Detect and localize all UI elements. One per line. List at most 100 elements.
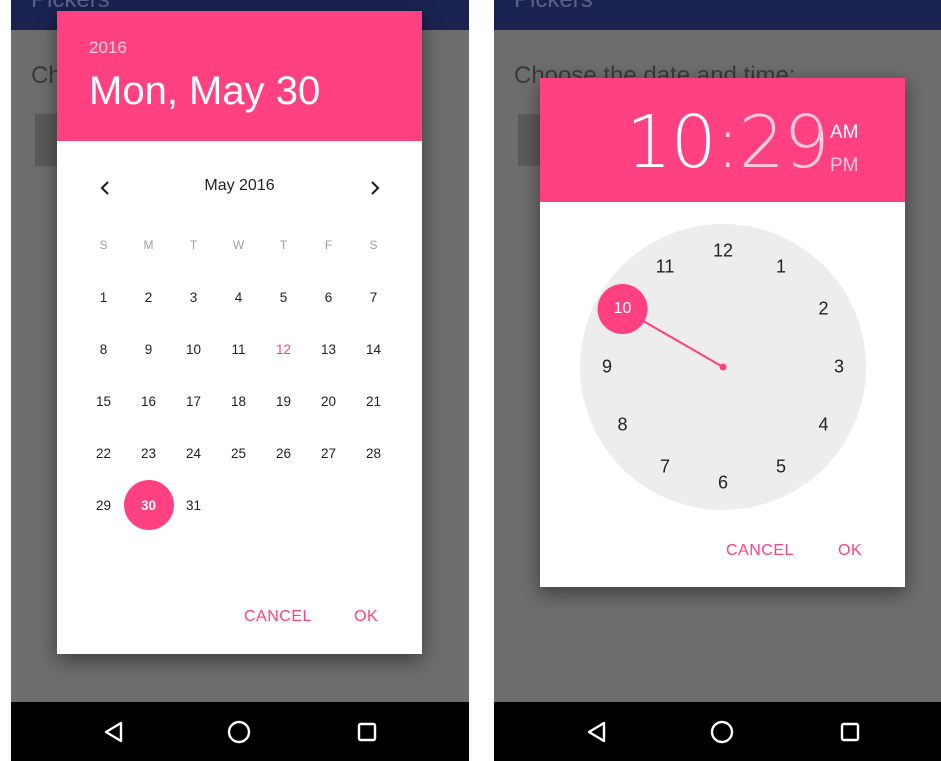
calendar-day[interactable]: 10: [171, 323, 216, 375]
calendar-day-label: 27: [320, 445, 337, 461]
calendar-day-label: 16: [140, 393, 157, 409]
clock-face[interactable]: 12 1 2 3 4 5 6 7 8 9 10 11: [580, 224, 866, 510]
calendar-day[interactable]: 14: [351, 323, 396, 375]
minute-display[interactable]: 29: [739, 100, 830, 184]
calendar-day[interactable]: 9: [126, 323, 171, 375]
next-month-button[interactable]: [363, 176, 387, 200]
clock-hour[interactable]: 5: [776, 457, 786, 478]
recents-square-icon[interactable]: [836, 718, 864, 746]
calendar-day[interactable]: 22: [81, 427, 126, 479]
recents-square-icon[interactable]: [353, 718, 381, 746]
back-triangle-icon[interactable]: [99, 718, 127, 746]
weekday-header: S: [369, 238, 378, 252]
calendar-day-label: 3: [189, 289, 198, 305]
date-picker-dialog: 2016 Mon, May 30 May 2016 SMTWTFS1234567…: [57, 11, 422, 654]
back-triangle-icon[interactable]: [582, 718, 610, 746]
clock-hand: [597, 284, 727, 371]
time-picker-dialog: 10:29 AM PM 12 1 2 3 4 5 6 7 8 9 10 11 CANCEL OK: [540, 78, 905, 587]
calendar-day[interactable]: 28: [351, 427, 396, 479]
time-display: 10:29: [626, 100, 830, 184]
system-nav-bar: [494, 702, 941, 761]
calendar-day[interactable]: 8: [81, 323, 126, 375]
calendar-day[interactable]: 3: [171, 271, 216, 323]
calendar-day-label: 28: [365, 445, 382, 461]
clock-hour[interactable]: 12: [713, 241, 733, 262]
calendar-day-label: 9: [144, 341, 153, 357]
weekday-header: W: [232, 238, 245, 252]
calendar-day[interactable]: 31: [171, 479, 216, 531]
calendar-day-today[interactable]: 12: [261, 323, 306, 375]
calendar-day[interactable]: 24: [171, 427, 216, 479]
calendar-day-label: 5: [279, 289, 288, 305]
calendar-day-label: 4: [234, 289, 243, 305]
calendar-day-label: 11: [231, 341, 246, 357]
clock-hour[interactable]: 7: [660, 457, 670, 478]
cancel-button[interactable]: CANCEL: [726, 542, 794, 560]
calendar-day-label: 29: [95, 497, 112, 513]
calendar-day-label: 15: [95, 393, 112, 409]
calendar-day-label: 12: [275, 341, 292, 357]
calendar-day[interactable]: 6: [306, 271, 351, 323]
phone-screen-time: Pickers Choose the date and time: 10:29 …: [494, 0, 941, 761]
calendar-day-label: 24: [185, 445, 202, 461]
app-bar: Pickers: [494, 0, 941, 30]
calendar-day-label: 31: [185, 497, 202, 513]
clock-hour[interactable]: 9: [602, 357, 612, 378]
calendar-day[interactable]: 20: [306, 375, 351, 427]
clock-center-dot: [719, 363, 727, 371]
hour-display[interactable]: 10: [626, 100, 717, 184]
weekday-header: T: [189, 238, 198, 252]
calendar-day-label: 2: [144, 289, 153, 305]
calendar-day-label: 26: [275, 445, 292, 461]
calendar-day-label: 1: [99, 289, 108, 305]
calendar-day[interactable]: 19: [261, 375, 306, 427]
home-circle-icon[interactable]: [225, 718, 253, 746]
clock-hour[interactable]: 3: [834, 357, 844, 378]
clock-hour[interactable]: 1: [776, 256, 786, 277]
home-circle-icon[interactable]: [708, 718, 736, 746]
calendar-grid: S M T W T F S 1 2 3 4 5 6 7 8 9 10 11 12 13 14 15 16 17 18 19 20 21…: [81, 219, 396, 531]
ok-button[interactable]: OK: [838, 542, 862, 560]
clock-hour[interactable]: 8: [618, 415, 628, 436]
cancel-button[interactable]: CANCEL: [244, 608, 312, 626]
calendar-day[interactable]: 18: [216, 375, 261, 427]
app-title: Pickers: [514, 0, 593, 14]
system-nav-bar: [11, 702, 469, 761]
calendar-day[interactable]: 13: [306, 323, 351, 375]
clock-hour[interactable]: 4: [818, 415, 828, 436]
year-label[interactable]: 2016: [89, 38, 127, 58]
calendar-day-label: 19: [275, 393, 292, 409]
am-toggle[interactable]: AM: [830, 122, 859, 144]
calendar-day[interactable]: 17: [171, 375, 216, 427]
calendar-day[interactable]: 5: [261, 271, 306, 323]
selected-date-title[interactable]: Mon, May 30: [89, 69, 320, 114]
calendar-day[interactable]: 23: [126, 427, 171, 479]
calendar-day[interactable]: 11: [216, 323, 261, 375]
clock-hour-selected[interactable]: 10: [614, 300, 632, 318]
pm-toggle[interactable]: PM: [830, 155, 859, 177]
calendar-day-label: 7: [369, 289, 378, 305]
calendar-day[interactable]: 26: [261, 427, 306, 479]
calendar-day[interactable]: 16: [126, 375, 171, 427]
clock-hour[interactable]: 2: [818, 299, 828, 320]
calendar-day[interactable]: 2: [126, 271, 171, 323]
weekday-header: T: [279, 238, 288, 252]
calendar-day[interactable]: 21: [351, 375, 396, 427]
weekday-header: F: [324, 238, 333, 252]
calendar-day[interactable]: 29: [81, 479, 126, 531]
clock-hour[interactable]: 11: [656, 256, 675, 277]
ok-button[interactable]: OK: [354, 608, 378, 626]
calendar-day[interactable]: 7: [351, 271, 396, 323]
clock-hour[interactable]: 6: [718, 473, 728, 494]
calendar-day-label: 30: [140, 497, 157, 513]
calendar-day[interactable]: 25: [216, 427, 261, 479]
calendar-day[interactable]: 4: [216, 271, 261, 323]
calendar-day-label: 21: [365, 393, 382, 409]
calendar-day-label: 14: [365, 341, 382, 357]
calendar-day[interactable]: 15: [81, 375, 126, 427]
calendar-day[interactable]: 1: [81, 271, 126, 323]
weekday-header: S: [99, 238, 108, 252]
calendar-day-selected[interactable]: 30: [124, 479, 174, 531]
calendar-day-label: 18: [230, 393, 247, 409]
calendar-day[interactable]: 27: [306, 427, 351, 479]
